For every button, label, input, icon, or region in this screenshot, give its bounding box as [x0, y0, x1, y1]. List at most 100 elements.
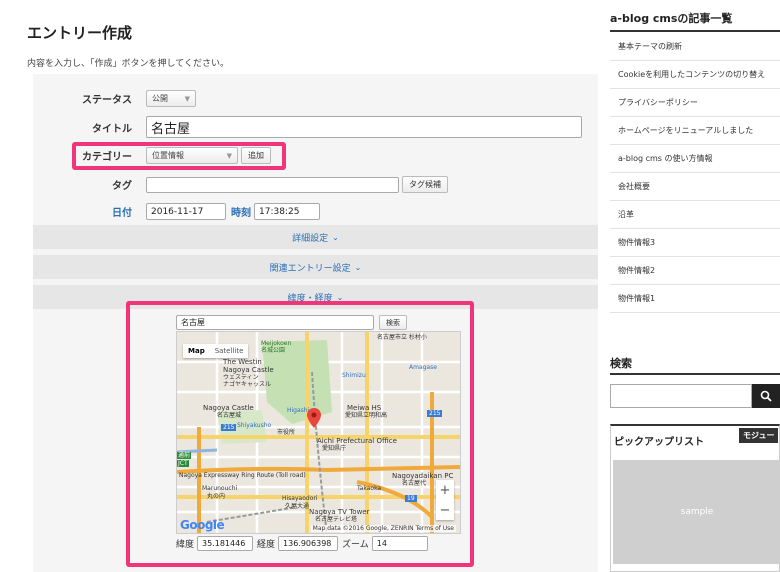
map-label: 愛知県庁	[322, 445, 347, 452]
time-input[interactable]	[254, 203, 320, 220]
articles-list: 基本テーマの刷新 Cookieを利用したコンテンツの切り替え プライバシーポリシ…	[610, 33, 780, 313]
date-label[interactable]: 日付	[60, 204, 132, 219]
search-icon	[760, 390, 772, 402]
detail-settings-toggle[interactable]: 詳細設定 ⌄	[33, 225, 598, 249]
status-select-value: 公開	[152, 94, 168, 103]
map-label: Meiwa HS	[347, 404, 382, 412]
status-row: ステータス 公開 ▼	[60, 90, 196, 107]
map-search-button[interactable]: 検索	[379, 315, 407, 330]
map-label: Shimizu	[342, 372, 366, 379]
map-label: ウェスティン	[223, 374, 259, 381]
map-label: 市役所	[277, 429, 296, 436]
date-input[interactable]	[146, 203, 226, 220]
map-label: 名城公園	[261, 347, 286, 354]
map-zoom-control: + −	[436, 480, 454, 520]
map-label: Meijokoen	[261, 340, 292, 347]
map-label: 丸の内	[207, 493, 226, 500]
category-select-value: 位置情報	[152, 151, 184, 160]
search-input[interactable]	[610, 384, 752, 408]
search-button[interactable]	[752, 384, 780, 408]
chevron-down-icon: ▼	[226, 151, 232, 160]
related-entry-label: 関連エントリー設定	[269, 263, 351, 274]
category-label: カテゴリー	[82, 152, 132, 163]
search-title: 検索	[610, 357, 632, 370]
map-attribution[interactable]: Map data ©2016 Google, ZENRIN Terms of U…	[310, 525, 456, 532]
title-input[interactable]	[146, 116, 582, 138]
map-type-satellite-button[interactable]: Satellite	[210, 344, 249, 358]
tag-candidates-button[interactable]: タグ候補	[402, 176, 448, 193]
lng-input[interactable]	[278, 536, 339, 551]
list-item[interactable]: ホームページをリニューアルしました	[610, 117, 780, 145]
title-label: タイトル	[92, 123, 132, 135]
tag-row: タグ タグ候補	[60, 176, 448, 193]
list-item[interactable]: a-blog cms の使い方情報	[610, 145, 780, 173]
page-title: エントリー作成	[27, 24, 133, 42]
date-row: 日付 時刻	[60, 203, 320, 220]
zoom-out-button[interactable]: −	[440, 503, 451, 518]
category-select[interactable]: 位置情報 ▼	[146, 147, 238, 164]
divider	[610, 373, 780, 375]
map-label: 通前	[177, 452, 192, 459]
chevron-down-icon: ⌄	[332, 232, 339, 242]
map-label: 愛知県立明和高	[345, 412, 388, 419]
title-row: タイトル	[60, 116, 582, 138]
map-label: 名古屋城	[217, 412, 242, 419]
map-label: Nagoya Expressway Ring Route (Toll road)	[179, 472, 306, 479]
map-label: Nagoya Castle	[203, 404, 254, 412]
zoom-input[interactable]	[371, 536, 428, 551]
pickup-title: ピックアップリスト	[614, 437, 704, 448]
related-entry-toggle[interactable]: 関連エントリー設定 ⌄	[33, 255, 598, 279]
map-widget: 検索	[176, 315, 462, 553]
list-item[interactable]: 物件情報2	[610, 257, 780, 285]
instruction-text: 内容を入力し、「作成」ボタンを押してください。	[27, 59, 229, 69]
map-label: Nagoya TV Tower	[309, 508, 370, 516]
zoom-in-button[interactable]: +	[440, 483, 451, 498]
articles-title: a-blog cmsの記事一覧	[610, 12, 733, 25]
map-label: Nagoya Castle	[223, 366, 274, 374]
module-badge[interactable]: モジュー	[739, 428, 779, 443]
list-item[interactable]: 会社概要	[610, 173, 780, 201]
map-label: JCT	[177, 460, 189, 467]
tag-label: タグ	[112, 181, 132, 192]
status-select[interactable]: 公開 ▼	[146, 90, 196, 107]
map-label: 名古屋代	[402, 480, 427, 487]
list-item[interactable]: 基本テーマの刷新	[610, 33, 780, 61]
list-item[interactable]: Cookieを利用したコンテンツの切り替え	[610, 61, 780, 89]
google-map[interactable]: Map Satellite 名古屋市立 杉村小 Meijokoen 名城公園 T…	[176, 331, 461, 534]
route-badge: 215	[221, 424, 237, 431]
map-type-map-button[interactable]: Map	[183, 344, 210, 358]
map-search-input[interactable]	[176, 315, 374, 330]
pickup-list-module: ピックアップリスト モジュー sample	[610, 424, 780, 572]
status-label: ステータス	[82, 95, 132, 106]
map-label: Hisayaodori	[282, 495, 318, 502]
sample-label: sample	[680, 507, 714, 517]
main-content: エントリー作成 内容を入力し、「作成」ボタンを押してください。 ステータス 公開…	[0, 0, 600, 572]
map-label: 名古屋市立 杉村小	[377, 334, 427, 341]
map-label: 名古屋テレビ塔	[315, 516, 358, 523]
tag-input[interactable]	[146, 176, 399, 193]
map-label: The Westin	[223, 358, 262, 366]
sample-image[interactable]: sample	[613, 460, 780, 564]
map-label: Higashi	[287, 407, 310, 414]
latlng-row: 緯度 経度 ズーム	[176, 536, 428, 551]
map-label: Shiyakusho	[237, 422, 272, 429]
map-label: 久屋大通	[285, 503, 310, 510]
map-type-control: Map Satellite	[183, 344, 249, 358]
map-label: Marunouchi	[202, 485, 238, 492]
time-label[interactable]: 時刻	[231, 204, 251, 219]
zoom-label: ズーム	[342, 540, 369, 550]
map-label: Takaoka	[357, 485, 382, 492]
category-add-button[interactable]: 追加	[241, 147, 271, 164]
category-row: カテゴリー 位置情報 ▼ 追加	[60, 147, 271, 164]
map-label: Nagoyadaikan PC	[392, 472, 454, 480]
map-label: ナゴヤキャッスル	[223, 381, 272, 388]
lat-label: 緯度	[176, 540, 195, 550]
list-item[interactable]: 物件情報1	[610, 285, 780, 313]
list-item[interactable]: 物件情報3	[610, 229, 780, 257]
map-tiles	[177, 332, 460, 533]
chevron-down-icon: ▼	[184, 94, 190, 103]
lat-input[interactable]	[197, 536, 254, 551]
list-item[interactable]: 沿革	[610, 201, 780, 229]
map-marker-icon[interactable]	[307, 408, 321, 428]
list-item[interactable]: プライバシーポリシー	[610, 89, 780, 117]
